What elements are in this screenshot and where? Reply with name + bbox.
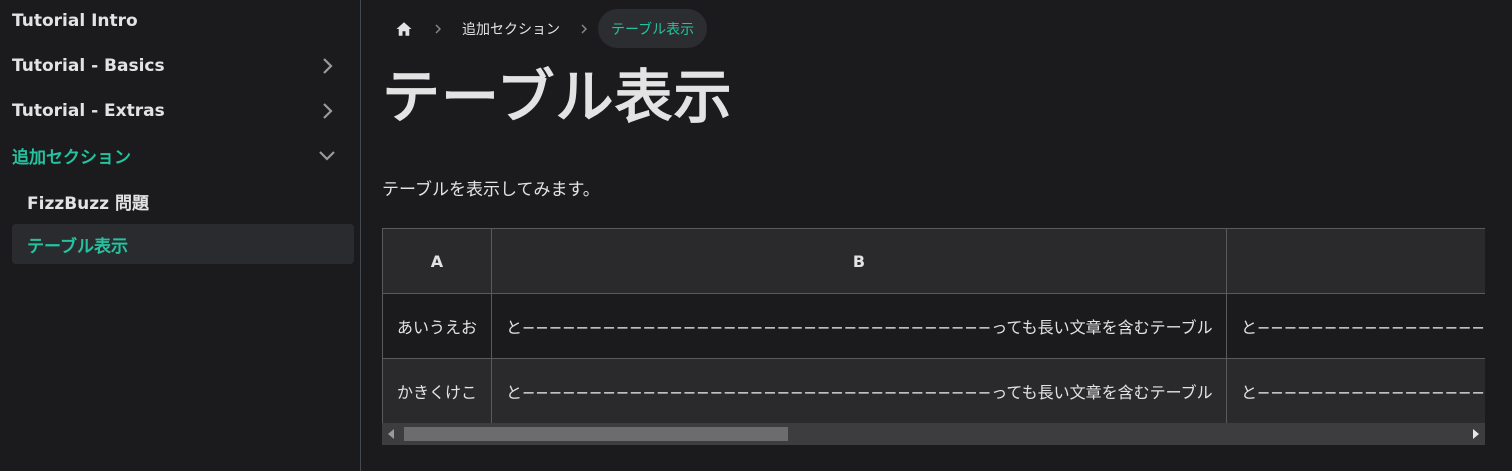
chevron-right-icon[interactable] [316,100,338,122]
breadcrumb-item-current: テーブル表示 [598,9,708,48]
chevron-down-icon[interactable] [316,144,338,166]
breadcrumb: 追加セクション テーブル表示 [384,9,708,48]
table-header-row: A B [382,228,1485,294]
sidebar-item-label: Tutorial Intro [12,11,138,31]
table-cell: と−−−−−−−−−−−−−−−−−−−−−−−−−−−−−−−−−−−っても長… [491,358,1227,424]
sidebar-item-fizzbuzz[interactable]: FizzBuzz 問題 [12,181,354,221]
table-row: あいうえお と−−−−−−−−−−−−−−−−−−−−−−−−−−−−−−−−−… [382,293,1485,359]
breadcrumb-item-section[interactable]: 追加セクション [452,9,570,48]
breadcrumb-separator-icon [424,9,452,48]
sidebar: Tutorial Intro Tutorial - Basics Tutoria… [0,0,361,471]
table-container[interactable]: A B あいうえお と−−−−−−−−−−−−−−−−−−−−−−−−−−−−−… [382,228,1485,444]
horizontal-scrollbar[interactable] [382,423,1485,445]
sidebar-item-label: FizzBuzz 問題 [27,193,149,214]
scrollbar-thumb[interactable] [404,427,788,441]
table-header-cell [1226,228,1485,294]
table-cell: かきくけこ [382,358,492,424]
sidebar-item-tutorial-basics[interactable]: Tutorial - Basics [12,46,354,86]
chevron-right-icon[interactable] [316,55,338,77]
table-header-cell: A [382,228,492,294]
scroll-right-arrow-icon[interactable] [1473,429,1479,439]
table-cell: と−−−−−−−−−−−−−−−−−−−−−−−−−−−−−−−−−−−っても長… [491,293,1227,359]
sidebar-item-label: 追加セクション [12,147,131,168]
data-table: A B あいうえお と−−−−−−−−−−−−−−−−−−−−−−−−−−−−−… [382,228,1485,424]
sidebar-item-label: Tutorial - Extras [12,101,165,121]
sidebar-item-table-display[interactable]: テーブル表示 [12,224,354,264]
page-description: テーブルを表示してみます。 [382,180,600,200]
home-icon[interactable] [384,9,424,48]
page-title: テーブル表示 [382,63,733,131]
sidebar-item-tutorial-intro[interactable]: Tutorial Intro [12,1,354,41]
sidebar-item-additional-section[interactable]: 追加セクション [12,135,354,175]
sidebar-item-label: Tutorial - Basics [12,56,165,76]
table-cell: と−−−−−−−−−−−−−−−−−−−−−−−−−−−−−−−−−−−っても長… [1226,293,1485,359]
scroll-left-arrow-icon[interactable] [388,429,394,439]
sidebar-item-tutorial-extras[interactable]: Tutorial - Extras [12,91,354,131]
table-row: かきくけこ と−−−−−−−−−−−−−−−−−−−−−−−−−−−−−−−−−… [382,358,1485,424]
main-content: 追加セクション テーブル表示 テーブル表示 テーブルを表示してみます。 A B … [362,0,1512,471]
table-header-cell: B [491,228,1227,294]
table-cell: と−−−−−−−−−−−−−−−−−−−−−−−−−−−−−−−−−−−っても長… [1226,358,1485,424]
sidebar-item-label: テーブル表示 [27,236,128,257]
breadcrumb-separator-icon [570,9,598,48]
table-cell: あいうえお [382,293,492,359]
